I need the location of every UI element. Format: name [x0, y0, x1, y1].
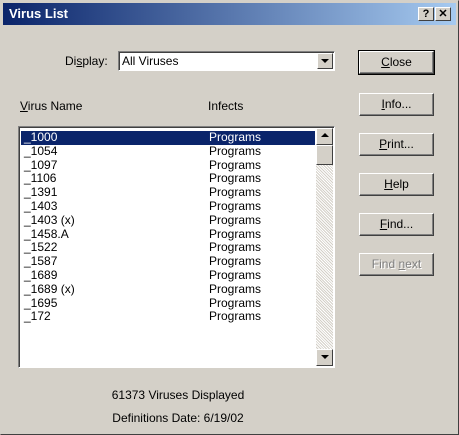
virus-list-item[interactable]: _1403 Programs [21, 198, 315, 214]
virus-name-cell: _1689 [24, 267, 58, 282]
virus-list-item[interactable]: _1403 (x) Programs [21, 212, 315, 228]
virus-list-item[interactable]: _1695 Programs [21, 295, 315, 311]
virus-infects-cell: Programs [209, 198, 262, 213]
virus-infects-cell: Programs [209, 226, 262, 241]
question-mark-icon: ? [422, 8, 430, 20]
scroll-thumb[interactable] [316, 145, 333, 165]
virus-list-item[interactable]: _1097 Programs [21, 157, 315, 173]
display-dropdown-value: All Viruses [122, 54, 179, 68]
virus-infects-cell: Programs [209, 240, 262, 255]
virus-list-item[interactable]: _1054 Programs [21, 143, 315, 159]
virus-list-item[interactable]: _1689 (x) Programs [21, 281, 315, 297]
help-button[interactable]: Help [359, 173, 434, 196]
print-button[interactable]: Print... [359, 133, 434, 156]
virus-listbox[interactable]: _1000 Programs _1054 Programs _1097 Programs _… [18, 126, 335, 368]
virus-list-item[interactable]: _1587 Programs [21, 254, 315, 269]
virus-infects-cell: Programs [209, 185, 262, 200]
virus-list-item[interactable]: _1522 Programs [21, 241, 315, 255]
virus-name-cell: _1689 (x) [24, 281, 75, 296]
virus-infects-cell: Programs [209, 212, 262, 227]
scroll-down-button[interactable] [316, 349, 333, 366]
virus-name-cell: _1458.A [24, 226, 69, 241]
definitions-date-status: Definitions Date: 6/19/02 [112, 411, 244, 425]
virus-name-cell: _1391 [24, 185, 58, 200]
virus-name-cell: _172 [24, 309, 51, 324]
display-label: Display: [65, 54, 108, 68]
help-title-button[interactable]: ? [418, 7, 434, 21]
virus-name-cell: _1106 [24, 171, 57, 186]
window-title: Virus List [9, 6, 69, 21]
close-title-button[interactable]: ✕ [435, 7, 451, 21]
virus-list-item[interactable]: _1689 Programs [21, 267, 315, 283]
virus-list-item[interactable]: _1391 Programs [21, 185, 315, 200]
virus-name-cell: _1054 [24, 143, 58, 158]
info-button[interactable]: Info... [359, 93, 434, 116]
virus-infects-cell: Programs [209, 171, 262, 186]
virus-name-cell: _1522 [24, 240, 58, 255]
virus-infects-cell: Programs [209, 254, 262, 269]
virus-rows: _1000 Programs _1054 Programs _1097 Programs _… [21, 130, 315, 324]
display-dropdown-button[interactable] [317, 53, 333, 69]
virus-name-cell: _1403 (x) [24, 212, 75, 227]
virus-list-item[interactable]: _1000 Programs [21, 130, 315, 145]
virus-name-cell: _1000 [24, 130, 58, 144]
close-icon: ✕ [438, 8, 448, 20]
virus-list-item[interactable]: _1458.A Programs [21, 226, 315, 242]
find-next-button[interactable]: Find next [359, 253, 434, 276]
close-button[interactable]: Close [358, 50, 435, 75]
arrow-up-icon [321, 133, 329, 137]
display-dropdown[interactable]: All Viruses [118, 51, 335, 71]
virus-infects-cell: Programs [209, 130, 262, 144]
virus-infects-cell: Programs [209, 281, 262, 296]
vertical-scrollbar[interactable] [316, 128, 333, 366]
column-header-virus-name: Virus Name [20, 99, 83, 113]
virus-name-cell: _1695 [24, 295, 58, 310]
virus-name-cell: _1403 [24, 198, 58, 213]
title-bar[interactable]: Virus List ? ✕ [3, 3, 456, 25]
virus-infects-cell: Programs [209, 309, 262, 324]
chevron-down-icon [321, 59, 329, 63]
virus-list-item[interactable]: _172 Programs [21, 310, 315, 324]
virus-infects-cell: Programs [209, 295, 262, 310]
virus-name-cell: _1587 [24, 254, 58, 269]
arrow-down-icon [321, 355, 329, 359]
virus-list-item[interactable]: _1106 Programs [21, 172, 315, 186]
virus-list-dialog: Virus List ? ✕ Display: All Viruses Viru… [0, 0, 459, 435]
virus-count-status: 61373 Viruses Displayed [111, 388, 245, 402]
virus-name-cell: _1097 [24, 157, 58, 172]
virus-infects-cell: Programs [209, 157, 262, 172]
scroll-up-button[interactable] [316, 128, 333, 145]
virus-infects-cell: Programs [209, 267, 262, 282]
find-button[interactable]: Find... [359, 213, 434, 236]
virus-infects-cell: Programs [209, 143, 262, 158]
column-header-infects: Infects [208, 99, 244, 113]
